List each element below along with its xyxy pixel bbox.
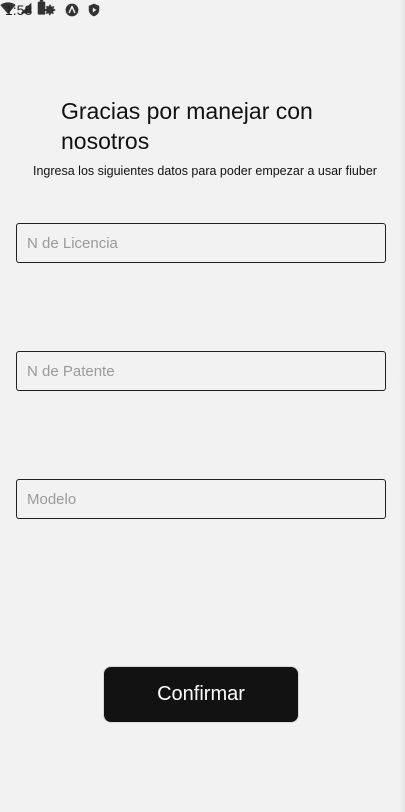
shield-icon [88,3,100,17]
screen: 1:58 Gracias por manejar con nosotros In… [0,0,405,812]
licencia-input[interactable] [16,223,386,263]
gear-icon [44,4,56,16]
status-time: 1:58 [5,2,33,18]
a-icon [65,3,79,17]
page-title: Gracias por manejar con nosotros [61,98,313,154]
confirm-button[interactable]: Confirmar [103,666,299,723]
modelo-input[interactable] [16,479,386,519]
patente-input[interactable] [16,351,386,391]
edge-shadow [399,0,405,812]
status-bar: 1:58 [0,0,405,22]
page-subtitle: Ingresa los siguientes datos para poder … [33,164,377,178]
